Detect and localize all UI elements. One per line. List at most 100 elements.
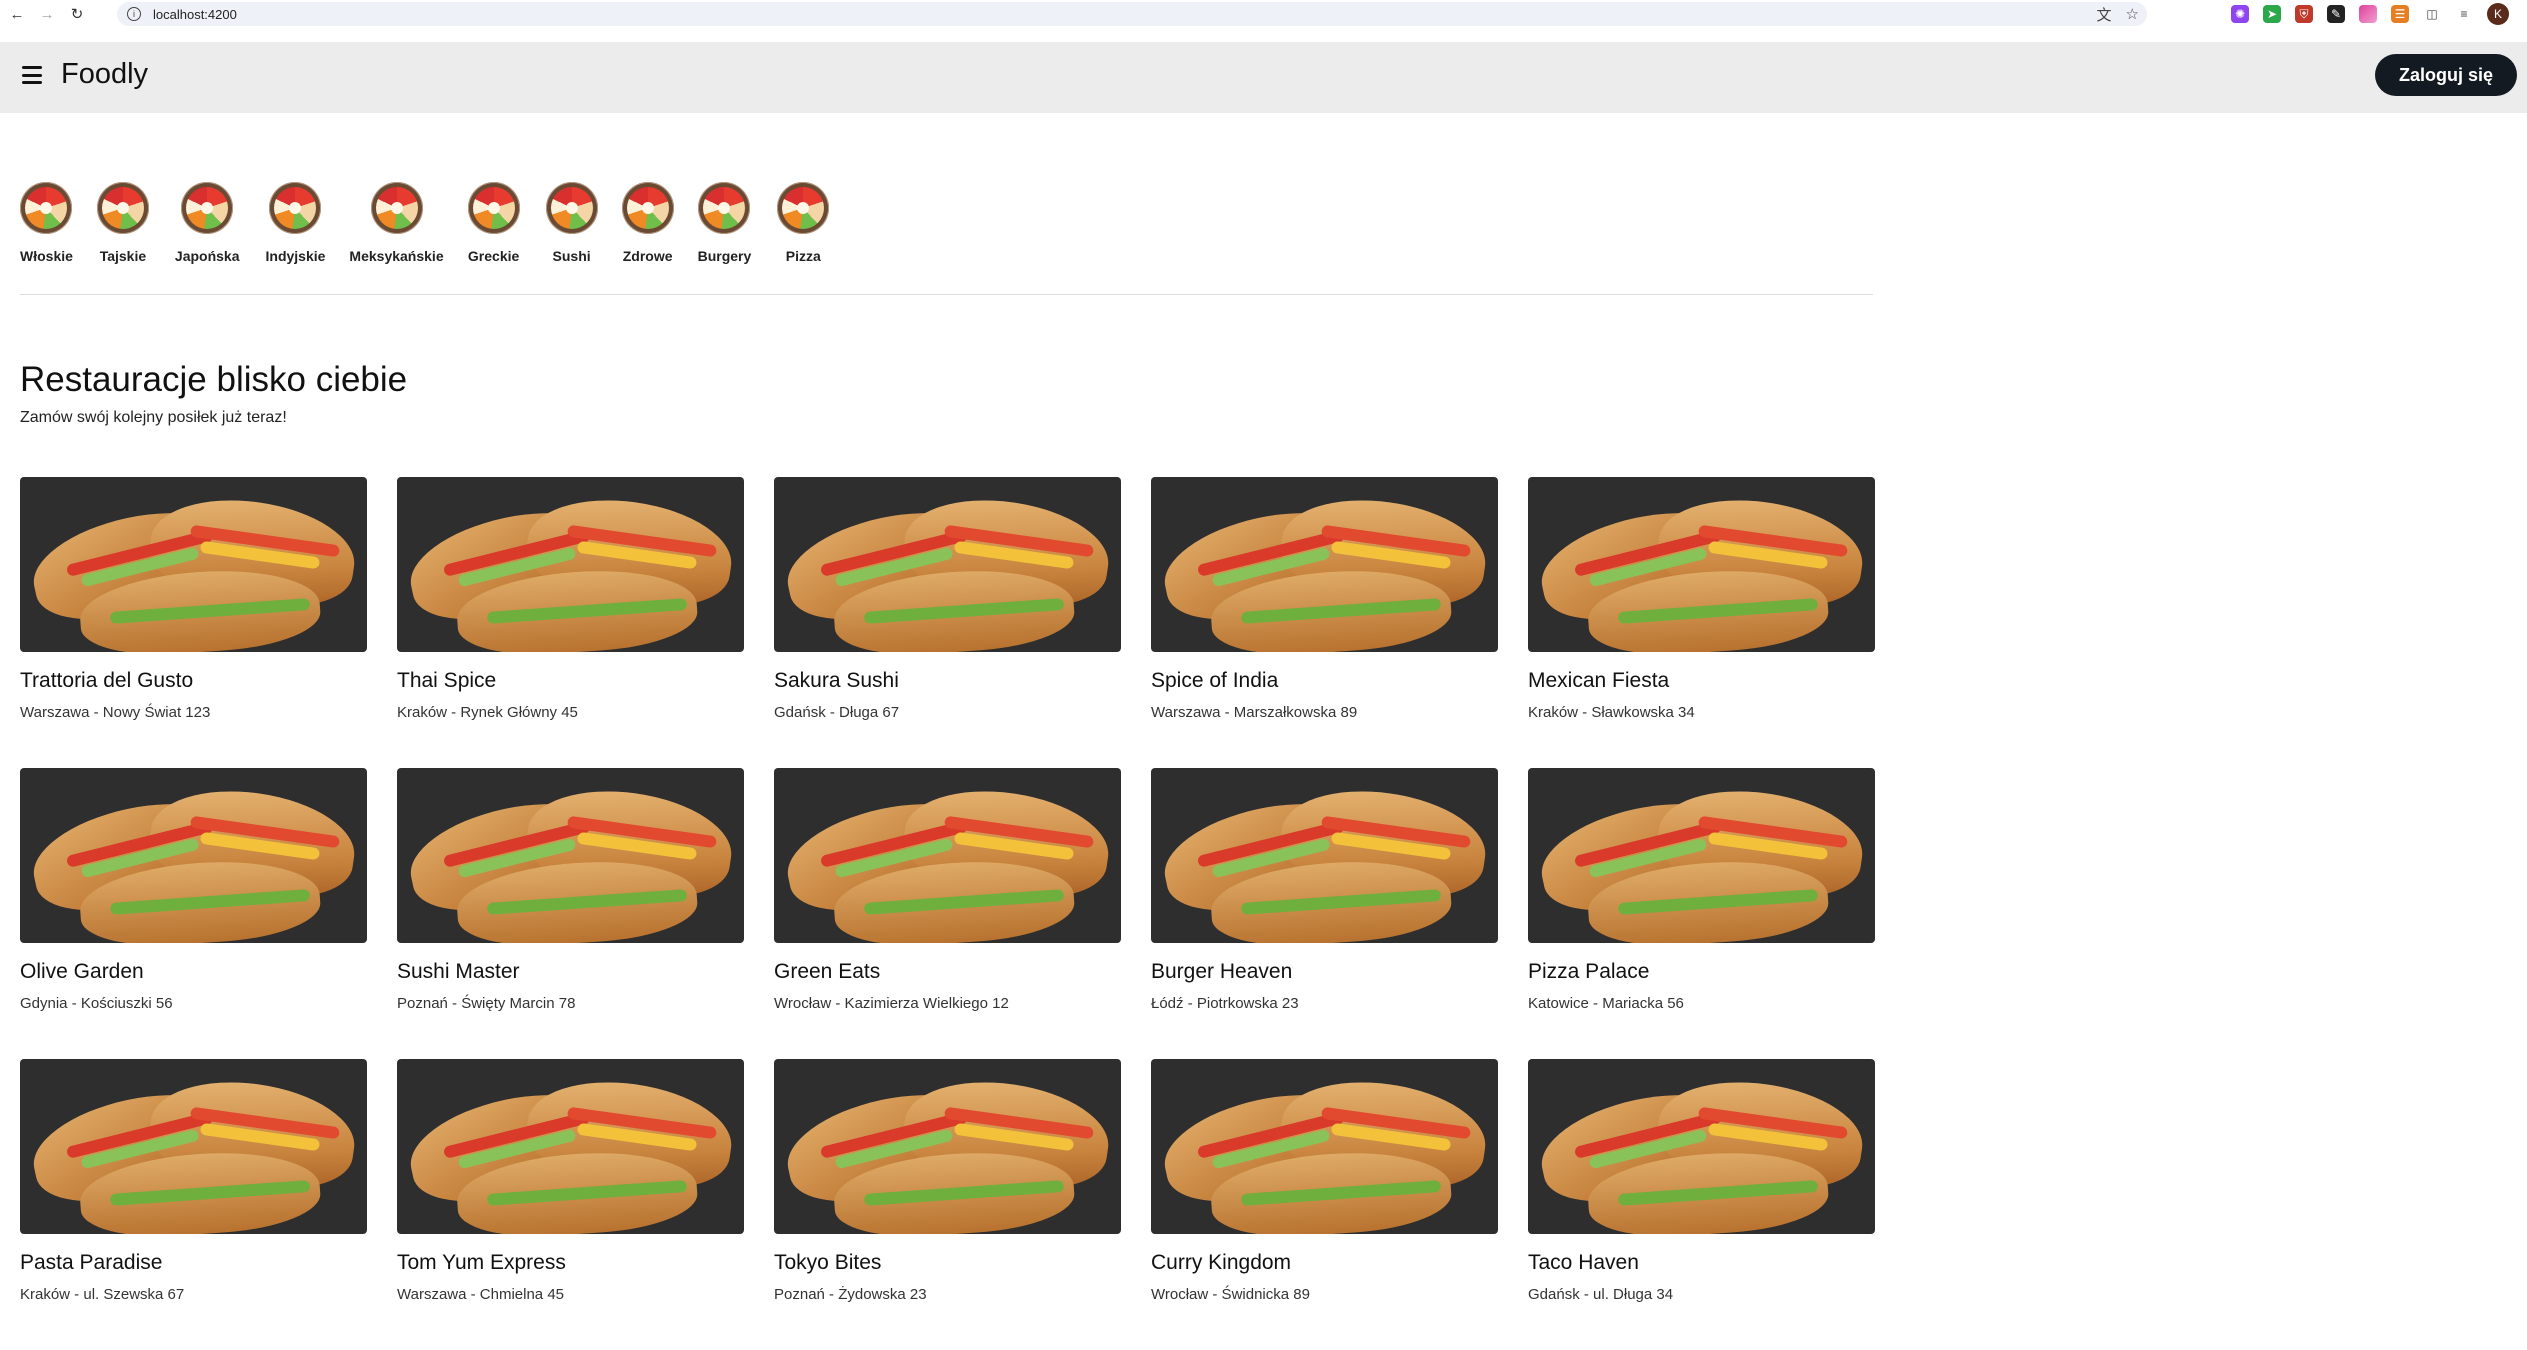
url-text: localhost:4200 [153, 6, 237, 22]
back-icon[interactable]: ← [4, 1, 30, 27]
restaurant-address: Poznań - Święty Marcin 78 [397, 995, 576, 1012]
category-item[interactable]: Tajskie [96, 182, 149, 264]
brand-logo[interactable]: Foodly [61, 58, 148, 91]
restaurant-card[interactable]: Spice of India Warszawa - Marszałkowska 8… [1151, 477, 1498, 768]
forward-icon[interactable]: → [34, 1, 60, 27]
divider [20, 294, 1873, 295]
section-title: Restauracje blisko ciebie [20, 360, 408, 399]
menu-icon[interactable]: ≡ [2455, 5, 2473, 23]
site-info-icon[interactable]: i [127, 7, 141, 21]
category-image [181, 182, 234, 234]
category-item[interactable]: Burgery [697, 182, 752, 264]
extension-pen-icon[interactable]: ✎ [2327, 5, 2345, 23]
bookmark-star-icon[interactable]: ☆ [2126, 5, 2139, 23]
category-label: Burgery [697, 248, 752, 264]
category-label: Greckie [467, 248, 520, 264]
restaurant-image [1528, 1059, 1875, 1234]
login-button[interactable]: Zaloguj się [2374, 54, 2517, 96]
category-item[interactable]: Indyjskie [265, 182, 326, 264]
restaurant-card[interactable]: Trattoria del Gusto Warszawa - Nowy Świat… [20, 477, 367, 768]
category-item[interactable]: Sushi [545, 182, 598, 264]
restaurant-address: Warszawa - Marszałkowska 89 [1151, 704, 1358, 721]
restaurant-card[interactable]: Taco Haven Gdańsk - ul. Długa 34 [1528, 1059, 1875, 1350]
restaurant-image [20, 1059, 367, 1234]
restaurant-name: Curry Kingdom [1151, 1251, 1292, 1274]
category-image [698, 182, 751, 234]
restaurant-address: Warszawa - Nowy Świat 123 [20, 704, 211, 721]
category-label: Zdrowe [622, 248, 673, 264]
restaurant-grid: Trattoria del Gusto Warszawa - Nowy Świat… [20, 477, 1875, 1350]
restaurant-name: Thai Spice [397, 669, 497, 692]
restaurant-image [1151, 1059, 1498, 1234]
restaurant-address: Katowice - Mariacka 56 [1528, 995, 1684, 1012]
restaurant-name: Green Eats [774, 960, 881, 983]
restaurant-name: Taco Haven [1528, 1251, 1639, 1274]
restaurant-card[interactable]: Thai Spice Kraków - Rynek Główny 45 [397, 477, 744, 768]
extensions-bar: ✺ ➤ ⛨ ✎ ☰ ◫ ≡ K [2231, 0, 2527, 28]
hamburger-menu-icon[interactable] [22, 66, 42, 84]
category-label: Tajskie [99, 248, 147, 264]
extension-gradient-icon[interactable] [2359, 5, 2377, 23]
puzzle-icon[interactable]: ◫ [2423, 5, 2441, 23]
restaurant-image [1151, 477, 1498, 652]
restaurant-name: Olive Garden [20, 960, 144, 983]
restaurant-name: Mexican Fiesta [1528, 669, 1670, 692]
category-label: Indyjskie [265, 248, 326, 264]
restaurant-image [397, 1059, 744, 1234]
restaurant-address: Wrocław - Kazimierza Wielkiego 12 [774, 995, 1009, 1012]
extension-green-icon[interactable]: ➤ [2263, 5, 2281, 23]
category-item[interactable]: Greckie [467, 182, 520, 264]
restaurant-image [774, 768, 1121, 943]
avatar[interactable]: K [2487, 3, 2509, 25]
category-image [20, 182, 73, 234]
restaurant-card[interactable]: Olive Garden Gdynia - Kościuszki 56 [20, 768, 367, 1059]
category-item[interactable]: Japońska [175, 182, 240, 264]
restaurant-image [1528, 477, 1875, 652]
restaurant-card[interactable]: Sakura Sushi Gdańsk - Długa 67 [774, 477, 1121, 768]
restaurant-name: Trattoria del Gusto [20, 669, 194, 692]
category-item[interactable]: Meksykańskie [349, 182, 444, 264]
browser-toolbar: ← → ↻ i localhost:4200 文 ☆ ✺ ➤ ⛨ ✎ ☰ ◫ ≡… [0, 0, 2527, 28]
restaurant-name: Burger Heaven [1151, 960, 1293, 983]
extension-purple-icon[interactable]: ✺ [2231, 5, 2249, 23]
category-list: Włoskie Tajskie Japońska Indyjskie Meksykańs… [20, 182, 830, 264]
restaurant-card[interactable]: Green Eats Wrocław - Kazimierza Wielkiego… [774, 768, 1121, 1059]
restaurant-name: Spice of India [1151, 669, 1279, 692]
restaurant-image [20, 768, 367, 943]
category-image [269, 182, 322, 234]
restaurant-address: Gdańsk - Długa 67 [774, 704, 900, 721]
reload-icon[interactable]: ↻ [64, 1, 90, 27]
category-image [467, 182, 520, 234]
restaurant-card[interactable]: Burger Heaven Łódź - Piotrkowska 23 [1151, 768, 1498, 1059]
restaurant-name: Pizza Palace [1528, 960, 1650, 983]
restaurant-image [20, 477, 367, 652]
restaurant-card[interactable]: Sushi Master Poznań - Święty Marcin 78 [397, 768, 744, 1059]
extension-burger-icon[interactable]: ☰ [2391, 5, 2409, 23]
restaurant-image [774, 1059, 1121, 1234]
restaurant-card[interactable]: Pizza Palace Katowice - Mariacka 56 [1528, 768, 1875, 1059]
category-item[interactable]: Zdrowe [621, 182, 674, 264]
restaurant-image [1151, 768, 1498, 943]
extension-shield-icon[interactable]: ⛨ [2295, 5, 2313, 23]
restaurant-image [397, 768, 744, 943]
category-image [96, 182, 149, 234]
restaurant-card[interactable]: Mexican Fiesta Kraków - Sławkowska 34 [1528, 477, 1875, 768]
restaurant-name: Sakura Sushi [774, 669, 899, 692]
category-label: Pizza [785, 248, 821, 264]
restaurant-card[interactable]: Tom Yum Express Warszawa - Chmielna 45 [397, 1059, 744, 1350]
restaurant-card[interactable]: Pasta Paradise Kraków - ul. Szewska 67 [20, 1059, 367, 1350]
restaurant-card[interactable]: Curry Kingdom Wrocław - Świdnicka 89 [1151, 1059, 1498, 1350]
category-image [621, 182, 674, 234]
restaurant-address: Gdańsk - ul. Długa 34 [1528, 1286, 1674, 1303]
translate-icon[interactable]: 文 [2097, 4, 2112, 25]
category-label: Sushi [552, 248, 591, 264]
category-item[interactable]: Włoskie [20, 182, 73, 264]
category-item[interactable]: Pizza [777, 182, 830, 264]
category-image [370, 182, 423, 234]
category-label: Meksykańskie [349, 248, 444, 264]
address-bar[interactable]: i localhost:4200 文 ☆ [117, 2, 2147, 26]
app-header: Foodly Zaloguj się [0, 42, 2527, 113]
restaurant-name: Tokyo Bites [774, 1251, 882, 1274]
restaurant-name: Tom Yum Express [397, 1251, 566, 1274]
restaurant-card[interactable]: Tokyo Bites Poznań - Żydowska 23 [774, 1059, 1121, 1350]
